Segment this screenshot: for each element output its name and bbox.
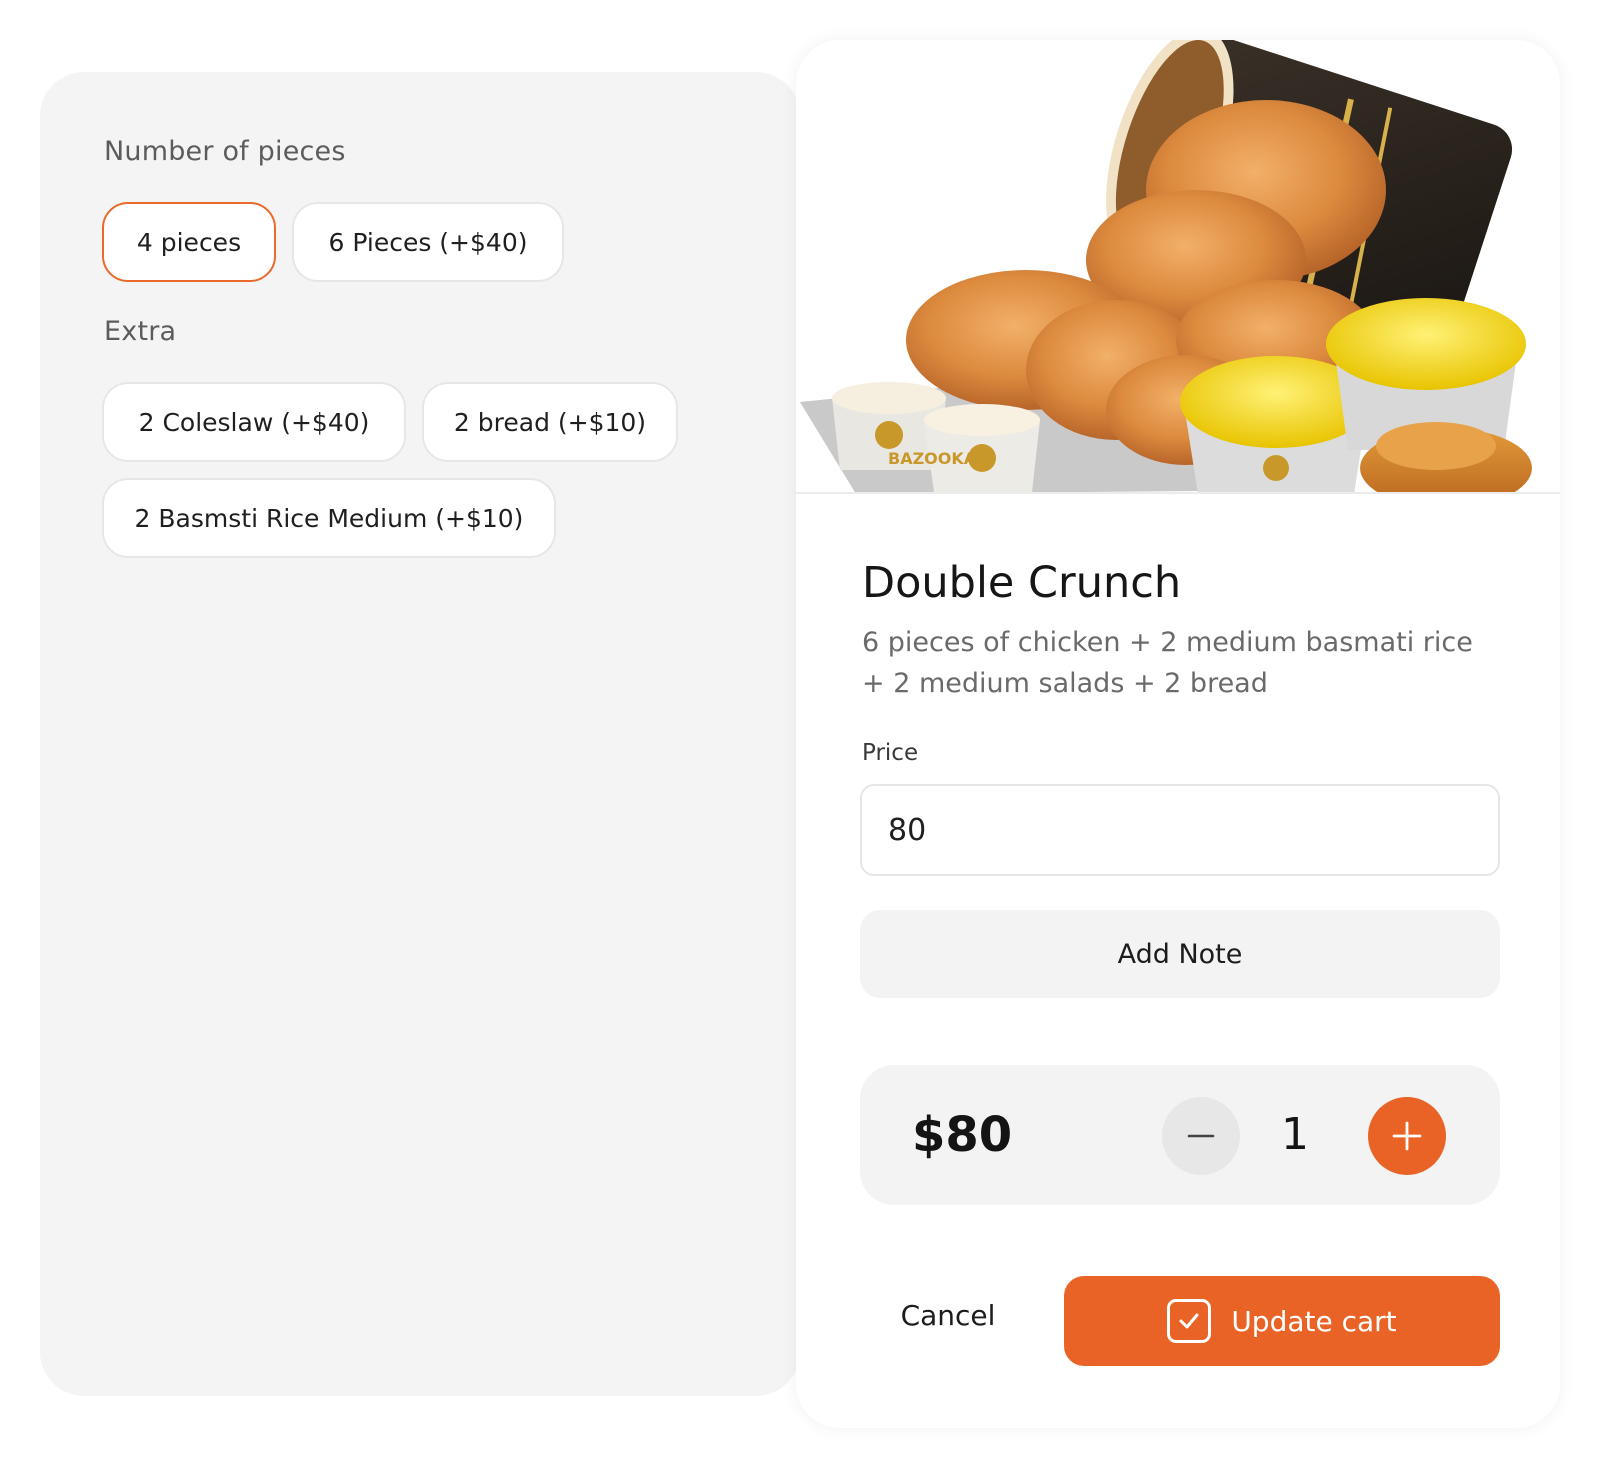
add-note-button[interactable]: Add Note <box>860 910 1500 998</box>
cancel-button[interactable]: Cancel <box>878 1270 1018 1360</box>
decrease-quantity-button[interactable] <box>1162 1097 1240 1175</box>
product-description: 6 pieces of chicken + 2 medium basmati r… <box>862 627 1473 699</box>
product-title: Double Crunch <box>862 558 1182 608</box>
extra-section-label: Extra <box>104 316 177 347</box>
plus-icon <box>1392 1121 1422 1151</box>
update-cart-label: Update cart <box>1231 1304 1397 1338</box>
pieces-section-label: Number of pieces <box>104 136 346 167</box>
chip-basmati-rice[interactable]: 2 Basmsti Rice Medium (+$10) <box>102 478 556 558</box>
product-detail-card: BAZOOKA Double Crunch 6 pieces of chicke… <box>796 40 1560 1428</box>
options-panel: Number of pieces 4 pieces 6 Pieces (+$40… <box>40 72 800 1396</box>
quantity-value: 1 <box>1281 1109 1309 1160</box>
total-price: $80 <box>912 1107 1013 1163</box>
price-input[interactable] <box>860 784 1500 876</box>
brand-label: BAZOOKA <box>888 449 977 468</box>
product-image: BAZOOKA <box>796 40 1560 494</box>
chip-4-pieces[interactable]: 4 pieces <box>102 202 276 282</box>
chip-bread[interactable]: 2 bread (+$10) <box>422 382 678 462</box>
increase-quantity-button[interactable] <box>1368 1097 1446 1175</box>
quantity-bar: $80 1 <box>860 1065 1500 1205</box>
minus-icon <box>1187 1134 1215 1138</box>
price-label: Price <box>862 740 919 766</box>
chip-coleslaw[interactable]: 2 Coleslaw (+$40) <box>102 382 406 462</box>
checkbox-check-icon <box>1167 1299 1212 1343</box>
update-cart-button[interactable]: Update cart <box>1064 1276 1500 1366</box>
chip-6-pieces[interactable]: 6 Pieces (+$40) <box>292 202 564 282</box>
